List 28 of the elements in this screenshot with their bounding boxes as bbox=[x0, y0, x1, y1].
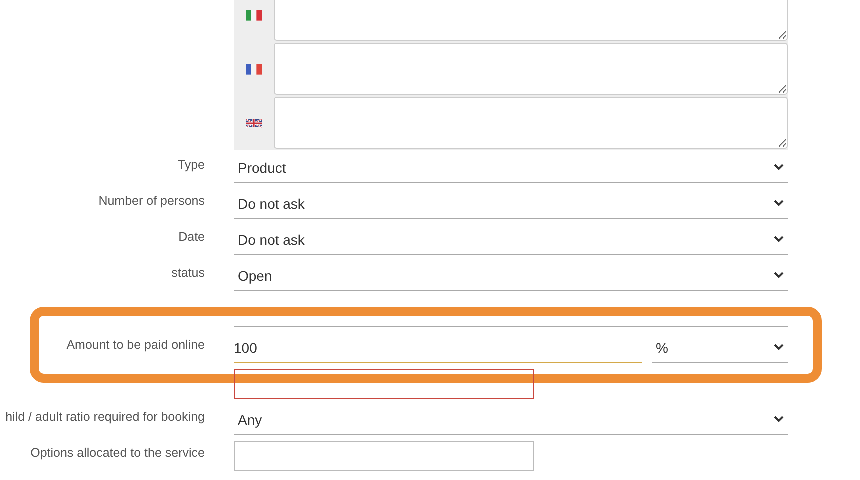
select-field[interactable]: Any bbox=[234, 405, 788, 435]
select-field[interactable]: Product bbox=[234, 153, 788, 183]
select-field[interactable]: Open bbox=[234, 261, 788, 291]
input-field[interactable] bbox=[234, 441, 534, 471]
chevron-down-icon bbox=[774, 416, 784, 423]
flag-icon bbox=[246, 64, 262, 74]
chevron-down-icon bbox=[774, 200, 784, 207]
field-label: status bbox=[172, 265, 205, 282]
field-label: Amount to be paid online bbox=[66, 337, 205, 354]
input-field[interactable]: 100 bbox=[234, 333, 642, 363]
chevron-down-icon bbox=[774, 344, 784, 351]
text-area[interactable] bbox=[274, 97, 788, 149]
select-field[interactable]: Do not ask bbox=[234, 189, 788, 219]
flag-icon bbox=[246, 10, 262, 20]
flag-icon bbox=[246, 118, 262, 128]
text-area[interactable] bbox=[274, 43, 788, 95]
field-label: Type bbox=[178, 157, 205, 174]
input-field[interactable] bbox=[234, 369, 534, 399]
field-label: Date bbox=[178, 229, 205, 246]
text-area[interactable] bbox=[274, 0, 788, 41]
chevron-down-icon bbox=[774, 164, 784, 171]
unit-select[interactable]: % bbox=[652, 333, 788, 363]
field-label: hild / adult ratio required for booking bbox=[6, 409, 205, 426]
chevron-down-icon bbox=[774, 236, 784, 243]
select-field[interactable]: Do not ask bbox=[234, 225, 788, 255]
chevron-down-icon bbox=[774, 272, 784, 279]
field-label: Number of persons bbox=[98, 193, 205, 210]
field-label: Options allocated to the service bbox=[30, 445, 205, 462]
